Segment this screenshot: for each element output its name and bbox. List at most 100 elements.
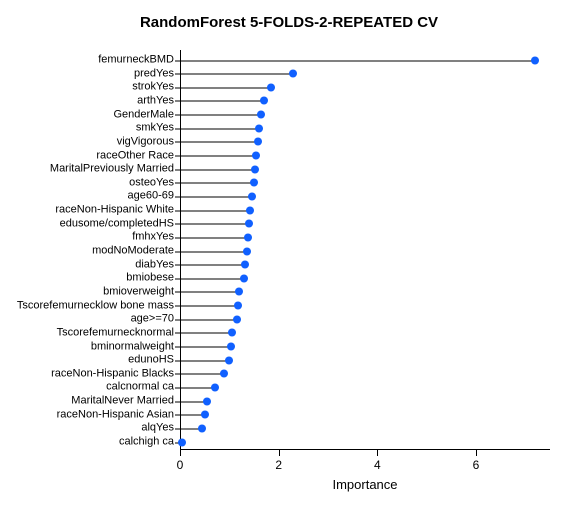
data-point [233, 315, 241, 323]
lollipop-stem [180, 265, 245, 266]
data-row: raceNon-Hispanic Asian [180, 408, 550, 421]
y-tick-label: bmioverweight [103, 285, 180, 298]
data-point [251, 165, 259, 173]
y-tick-label: MaritalNever Married [71, 395, 180, 408]
x-axis [180, 449, 550, 450]
y-tick-label: smkYes [136, 122, 180, 135]
y-tick-label: raceOther Race [96, 149, 180, 162]
lollipop-stem [180, 319, 237, 320]
data-row: raceNon-Hispanic White [180, 204, 550, 217]
lollipop-stem [180, 360, 229, 361]
chart-container: RandomForest 5-FOLDS-2-REPEATED CV Impor… [0, 0, 578, 505]
data-row: bmiobese [180, 272, 550, 285]
lollipop-stem [180, 196, 252, 197]
x-tick [476, 450, 477, 456]
lollipop-stem [180, 142, 258, 143]
data-point [257, 111, 265, 119]
data-point [244, 233, 252, 241]
data-row: age>=70 [180, 313, 550, 326]
data-row: alqYes [180, 422, 550, 435]
lollipop-stem [180, 306, 238, 307]
y-tick-label: raceNon-Hispanic Blacks [51, 367, 180, 380]
x-axis-label: Importance [332, 477, 397, 492]
data-point [260, 97, 268, 105]
data-row: calcnormal ca [180, 381, 550, 394]
data-row: osteoYes [180, 176, 550, 189]
y-tick-label: edunoHS [128, 354, 180, 367]
lollipop-stem [180, 101, 264, 102]
data-row: Tscorefemurnecknormal [180, 326, 550, 339]
data-point [234, 302, 242, 310]
y-tick-label: raceNon-Hispanic White [55, 204, 180, 217]
lollipop-stem [180, 183, 254, 184]
y-tick-label: strokYes [132, 81, 180, 94]
lollipop-stem [180, 347, 231, 348]
x-tick [180, 450, 181, 456]
data-point [531, 56, 539, 64]
y-tick-label: MaritalPreviously Married [50, 163, 180, 176]
data-row: age60-69 [180, 190, 550, 203]
data-point [248, 192, 256, 200]
y-tick-label: osteoYes [129, 176, 180, 189]
y-tick-label: bminormalweight [91, 340, 180, 353]
data-point [289, 70, 297, 78]
data-row: strokYes [180, 81, 550, 94]
y-tick-label: calcnormal ca [106, 381, 180, 394]
data-point [227, 343, 235, 351]
data-row: GenderMale [180, 108, 550, 121]
data-point [201, 411, 209, 419]
y-tick-label: Tscorefemurnecknormal [57, 326, 180, 339]
data-row: calchigh ca [180, 436, 550, 449]
data-point [198, 424, 206, 432]
x-tick [377, 450, 378, 456]
lollipop-stem [180, 251, 247, 252]
data-row: vigVigorous [180, 135, 550, 148]
data-row: raceNon-Hispanic Blacks [180, 367, 550, 380]
x-tick [279, 450, 280, 456]
data-point [211, 383, 219, 391]
lollipop-stem [180, 278, 244, 279]
data-row: Tscorefemurnecklow bone mass [180, 299, 550, 312]
x-tick-label: 2 [275, 458, 282, 472]
lollipop-stem [180, 333, 232, 334]
data-row: diabYes [180, 258, 550, 271]
y-tick-label: calchigh ca [119, 436, 180, 449]
y-tick-label: bmiobese [126, 272, 180, 285]
data-point [235, 288, 243, 296]
lollipop-stem [180, 292, 239, 293]
data-point [203, 397, 211, 405]
data-point [255, 124, 263, 132]
y-tick-label: diabYes [135, 258, 180, 271]
data-point [254, 138, 262, 146]
y-tick-label: femurneckBMD [98, 54, 180, 67]
plot-area: Importance femurneckBMDpredYesstrokYesar… [180, 50, 550, 450]
data-point [225, 356, 233, 364]
data-row: arthYes [180, 94, 550, 107]
y-tick-label: age60-69 [128, 190, 181, 203]
x-tick-label: 0 [177, 458, 184, 472]
data-point [246, 206, 254, 214]
lollipop-stem [180, 87, 271, 88]
data-row: femurneckBMD [180, 54, 550, 67]
data-row: edusome/completedHS [180, 217, 550, 230]
lollipop-stem [180, 115, 261, 116]
data-row: bmioverweight [180, 285, 550, 298]
data-row: MaritalPreviously Married [180, 163, 550, 176]
data-point [241, 261, 249, 269]
lollipop-stem [180, 224, 249, 225]
data-row: bminormalweight [180, 340, 550, 353]
y-tick-label: predYes [134, 67, 180, 80]
data-row: predYes [180, 67, 550, 80]
lollipop-stem [180, 156, 256, 157]
data-row: raceOther Race [180, 149, 550, 162]
data-point [240, 274, 248, 282]
data-point [220, 370, 228, 378]
lollipop-stem [180, 237, 248, 238]
data-row: modNoModerate [180, 245, 550, 258]
y-tick-label: age>=70 [131, 313, 180, 326]
lollipop-stem [180, 374, 224, 375]
data-point [252, 152, 260, 160]
data-row: fmhxYes [180, 231, 550, 244]
data-row: smkYes [180, 122, 550, 135]
data-point [178, 438, 186, 446]
